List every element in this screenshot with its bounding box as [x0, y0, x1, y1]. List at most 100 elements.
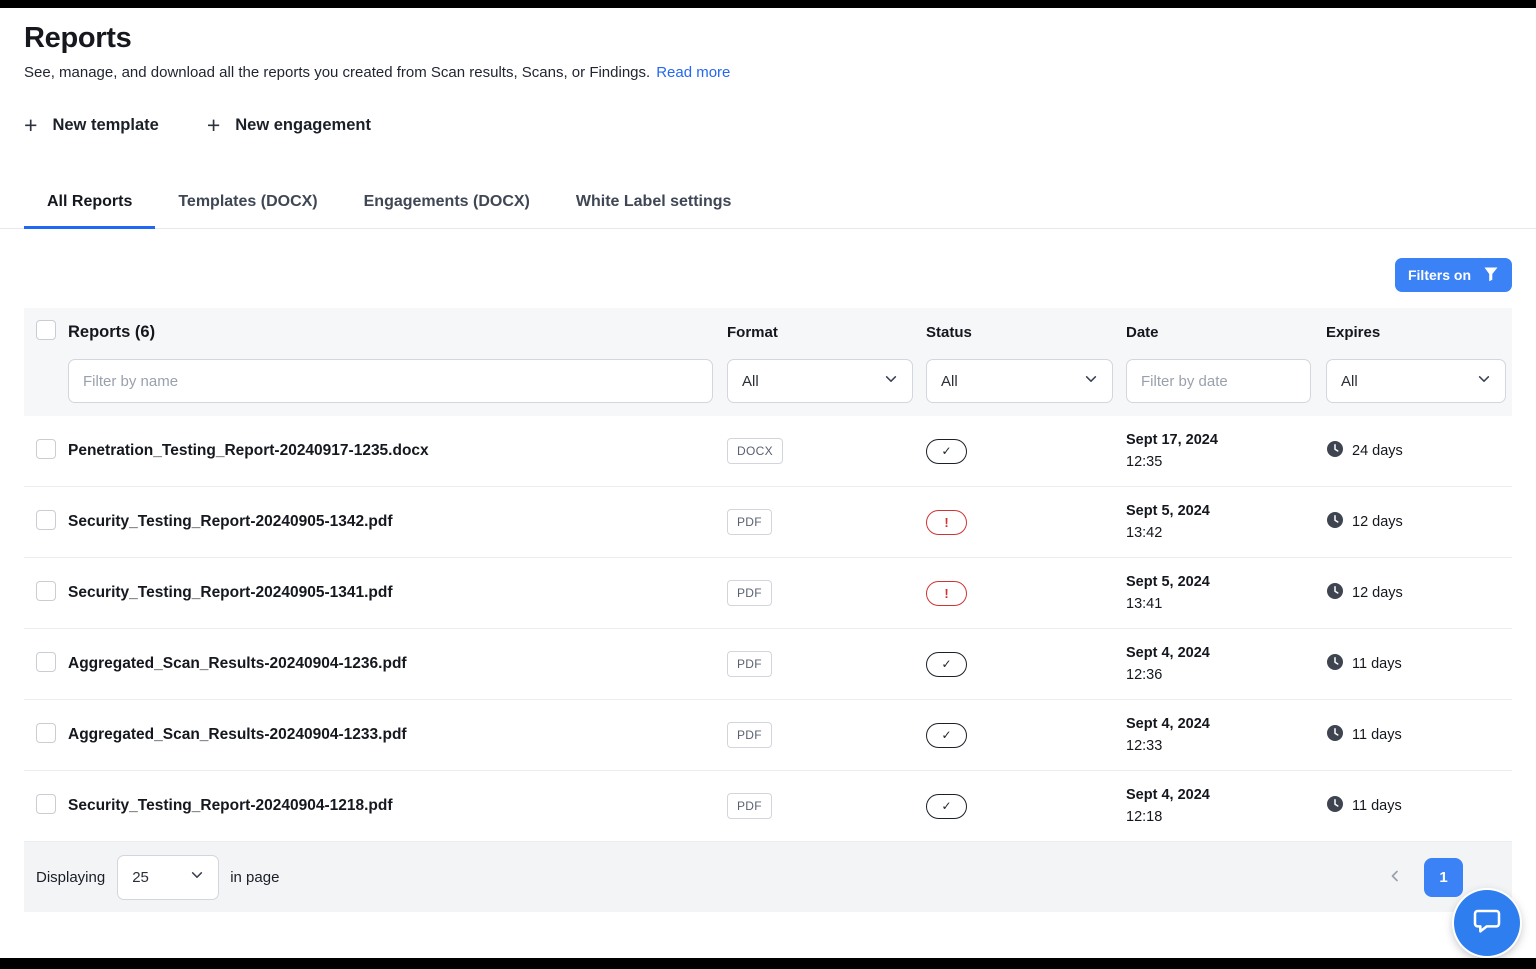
status-error-icon: ! [926, 581, 967, 606]
displaying-label: Displaying [36, 869, 105, 886]
new-template-label: New template [52, 116, 158, 135]
read-more-link[interactable]: Read more [656, 64, 730, 81]
status-success-icon: ✓ [926, 439, 967, 464]
report-time: 12:18 [1126, 809, 1326, 825]
top-black-bar [0, 0, 1536, 8]
tab-all-reports[interactable]: All Reports [24, 179, 155, 229]
date-cell: Sept 4, 2024 12:36 [1126, 645, 1326, 683]
report-name[interactable]: Penetration_Testing_Report-20240917-1235… [68, 442, 727, 460]
chevron-left-icon [1387, 868, 1403, 887]
expires-cell: 12 days [1326, 582, 1512, 604]
report-date: Sept 4, 2024 [1126, 645, 1326, 661]
select-all-checkbox[interactable] [36, 320, 56, 340]
row-checkbox[interactable] [36, 652, 56, 672]
expires-text: 12 days [1352, 514, 1403, 530]
chevron-down-icon [884, 372, 898, 390]
reports-table: Reports (6) Format Status Date Expires A… [24, 308, 1512, 912]
row-checkbox[interactable] [36, 581, 56, 601]
page-subtitle-text: See, manage, and download all the report… [24, 64, 650, 81]
chat-bubble-icon [1471, 905, 1503, 942]
filters-on-label: Filters on [1408, 267, 1471, 283]
table-row: Security_Testing_Report-20240905-1341.pd… [24, 558, 1512, 629]
format-badge: PDF [727, 722, 772, 748]
table-row: Security_Testing_Report-20240904-1218.pd… [24, 771, 1512, 842]
clock-icon [1326, 582, 1344, 604]
expires-text: 11 days [1352, 727, 1402, 743]
clock-icon [1326, 653, 1344, 675]
column-header-status: Status [926, 324, 1126, 341]
filters-bar: Filters on [0, 229, 1536, 308]
report-date: Sept 5, 2024 [1126, 503, 1326, 519]
report-date: Sept 17, 2024 [1126, 432, 1326, 448]
tab-engagements-docx[interactable]: Engagements (DOCX) [341, 179, 553, 229]
report-time: 12:36 [1126, 667, 1326, 683]
table-row: Security_Testing_Report-20240905-1342.pd… [24, 487, 1512, 558]
clock-icon [1326, 440, 1344, 462]
clock-icon [1326, 724, 1344, 746]
format-filter-select[interactable]: All [727, 359, 913, 403]
format-badge: PDF [727, 651, 772, 677]
report-time: 12:33 [1126, 738, 1326, 754]
page-subtitle: See, manage, and download all the report… [24, 64, 1512, 81]
date-cell: Sept 4, 2024 12:18 [1126, 787, 1326, 825]
bottom-black-bar [0, 958, 1536, 969]
table-filter-row: All All All [24, 356, 1512, 416]
expires-filter-select[interactable]: All [1326, 359, 1506, 403]
report-name[interactable]: Aggregated_Scan_Results-20240904-1236.pd… [68, 655, 727, 673]
new-template-button[interactable]: + New template [24, 114, 159, 137]
date-filter-input[interactable] [1126, 359, 1311, 403]
format-badge: PDF [727, 793, 772, 819]
report-time: 13:41 [1126, 596, 1326, 612]
new-engagement-button[interactable]: + New engagement [207, 114, 371, 137]
tab-white-label-settings[interactable]: White Label settings [553, 179, 755, 229]
report-time: 12:35 [1126, 454, 1326, 470]
status-filter-value: All [941, 373, 958, 390]
row-checkbox[interactable] [36, 439, 56, 459]
page-size-select[interactable]: 25 [117, 855, 219, 900]
date-cell: Sept 5, 2024 13:41 [1126, 574, 1326, 612]
plus-icon: + [207, 114, 220, 137]
report-name[interactable]: Security_Testing_Report-20240904-1218.pd… [68, 797, 727, 815]
table-row: Penetration_Testing_Report-20240917-1235… [24, 416, 1512, 487]
previous-page-button[interactable] [1387, 868, 1403, 887]
row-checkbox[interactable] [36, 510, 56, 530]
report-name[interactable]: Aggregated_Scan_Results-20240904-1233.pd… [68, 726, 727, 744]
report-date: Sept 4, 2024 [1126, 787, 1326, 803]
column-header-format: Format [727, 324, 926, 341]
format-badge: DOCX [727, 438, 783, 464]
report-name[interactable]: Security_Testing_Report-20240905-1341.pd… [68, 584, 727, 602]
page-size-value: 25 [132, 869, 149, 886]
status-glyph: ✓ [941, 657, 951, 671]
expires-text: 12 days [1352, 585, 1403, 601]
chat-widget-button[interactable] [1454, 890, 1520, 956]
expires-cell: 11 days [1326, 653, 1512, 675]
funnel-icon [1483, 266, 1499, 285]
chevron-down-icon [1477, 372, 1491, 390]
page-1-button[interactable]: 1 [1424, 858, 1463, 897]
filters-on-button[interactable]: Filters on [1395, 258, 1512, 292]
report-name[interactable]: Security_Testing_Report-20240905-1342.pd… [68, 513, 727, 531]
column-header-date: Date [1126, 324, 1326, 341]
chevron-down-icon [1084, 372, 1098, 390]
date-cell: Sept 17, 2024 12:35 [1126, 432, 1326, 470]
status-glyph: ! [944, 586, 948, 601]
expires-text: 11 days [1352, 798, 1402, 814]
report-date: Sept 5, 2024 [1126, 574, 1326, 590]
table-header-row: Reports (6) Format Status Date Expires [24, 308, 1512, 356]
status-success-icon: ✓ [926, 723, 967, 748]
status-filter-select[interactable]: All [926, 359, 1113, 403]
format-badge: PDF [727, 580, 772, 606]
tab-templates-docx[interactable]: Templates (DOCX) [155, 179, 340, 229]
chevron-down-icon [190, 868, 204, 886]
status-glyph: ! [944, 515, 948, 530]
table-row: Aggregated_Scan_Results-20240904-1236.pd… [24, 629, 1512, 700]
date-cell: Sept 5, 2024 13:42 [1126, 503, 1326, 541]
in-page-label: in page [230, 869, 279, 886]
plus-icon: + [24, 114, 37, 137]
row-checkbox[interactable] [36, 794, 56, 814]
date-cell: Sept 4, 2024 12:33 [1126, 716, 1326, 754]
name-filter-input[interactable] [68, 359, 713, 403]
expires-text: 11 days [1352, 656, 1402, 672]
table-body: Penetration_Testing_Report-20240917-1235… [24, 416, 1512, 842]
row-checkbox[interactable] [36, 723, 56, 743]
